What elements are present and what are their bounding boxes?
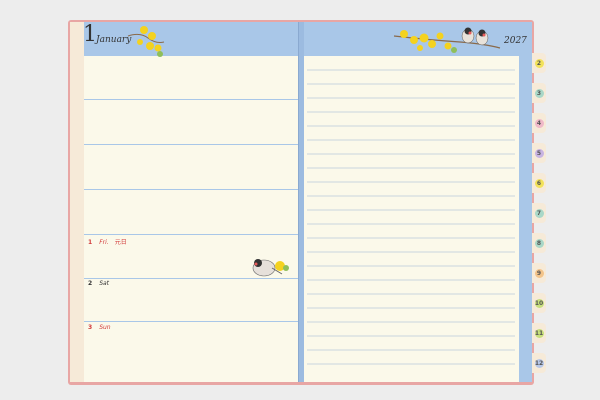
- month-tab[interactable]: 5: [532, 143, 546, 163]
- month-tab-label: 4: [534, 118, 544, 128]
- month-tab-label: 9: [534, 268, 544, 278]
- weekday-label: Sat: [99, 280, 110, 287]
- section-divider: [84, 234, 298, 235]
- month-tab-label: 12: [534, 358, 544, 368]
- day-number: 3: [88, 324, 93, 331]
- month-tab[interactable]: 7: [532, 203, 546, 223]
- year-label: 2027: [504, 36, 527, 46]
- bird-illustration: [252, 259, 289, 277]
- month-tab-label: 8: [534, 238, 544, 248]
- ruled-lines: [307, 69, 515, 365]
- day-entry[interactable]: 3 Sun: [88, 324, 117, 331]
- month-tab-label: 6: [534, 178, 544, 188]
- day-entry[interactable]: 2 Sat: [88, 280, 115, 287]
- day-number: 1: [88, 239, 93, 246]
- month-tab[interactable]: 11: [532, 323, 546, 343]
- book-spine: [298, 22, 304, 382]
- section-divider: [84, 99, 298, 100]
- section-divider: [84, 189, 298, 190]
- left-page[interactable]: [84, 56, 298, 382]
- month-tab[interactable]: 4: [532, 113, 546, 133]
- month-tab-label: 7: [534, 208, 544, 218]
- day-number: 2: [88, 280, 93, 287]
- section-divider: [84, 144, 298, 145]
- month-tab[interactable]: 8: [532, 233, 546, 253]
- left-edge-strip: [70, 22, 84, 382]
- day-entry[interactable]: 1 Fri. 元日: [88, 237, 127, 246]
- month-tab-label: 10: [534, 298, 544, 308]
- month-tab[interactable]: 2: [532, 53, 546, 73]
- right-page[interactable]: [303, 56, 519, 382]
- day-divider: [84, 321, 298, 322]
- month-tab[interactable]: 6: [532, 173, 546, 193]
- month-tab-label: 2: [534, 58, 544, 68]
- weekday-label: Fri.: [99, 239, 109, 246]
- month-tab[interactable]: 10: [532, 293, 546, 313]
- month-tab-label: 5: [534, 148, 544, 158]
- month-tab[interactable]: 12: [532, 353, 546, 373]
- month-tab-label: 11: [534, 328, 544, 338]
- blossom-branch-illustration: [127, 26, 165, 57]
- month-number: 1: [83, 22, 97, 47]
- weekday-label: Sun: [99, 324, 111, 331]
- month-tab-label: 3: [534, 88, 544, 98]
- month-tab[interactable]: 9: [532, 263, 546, 283]
- holiday-note: 元日: [114, 239, 127, 246]
- blossom-birds-illustration: [393, 27, 501, 53]
- month-tab[interactable]: 3: [532, 83, 546, 103]
